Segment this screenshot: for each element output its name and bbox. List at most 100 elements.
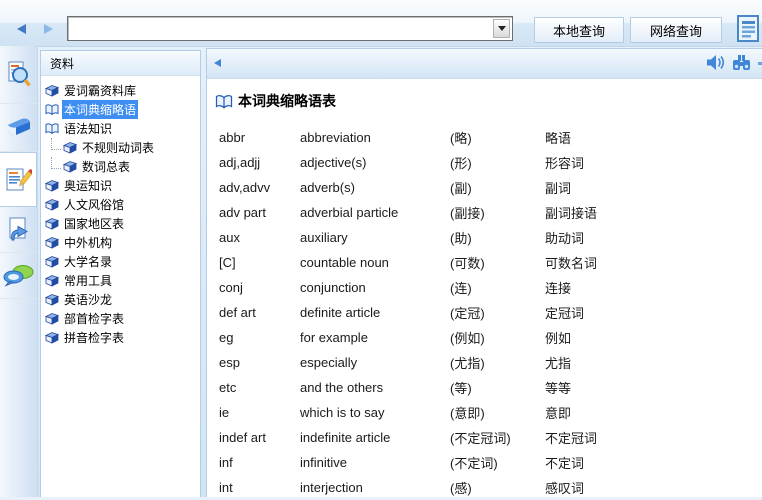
document-list-icon[interactable] xyxy=(736,15,762,43)
table-row: iewhich is to say(意即)意即 xyxy=(219,400,758,425)
table-row: egfor example(例如)例如 xyxy=(219,325,758,350)
tree-item[interactable]: 大学名录 xyxy=(41,252,200,271)
tree-item[interactable]: 人文风俗馆 xyxy=(41,195,200,214)
closed-book-icon xyxy=(45,217,59,230)
table-cell: eg xyxy=(219,330,300,345)
tree-item[interactable]: 数词总表 xyxy=(41,157,200,176)
collapse-arrow-icon[interactable] xyxy=(214,59,221,67)
content-toolbar xyxy=(207,49,762,79)
tree-item-label: 爱词霸资料库 xyxy=(62,81,138,100)
table-row: auxauxiliary(助)助动词 xyxy=(219,225,758,250)
web-search-button[interactable]: 网络查询 xyxy=(630,17,722,43)
closed-book-icon xyxy=(45,179,59,192)
tree-item[interactable]: 奥运知识 xyxy=(41,176,200,195)
closed-book-icon xyxy=(45,84,59,97)
closed-book-icon xyxy=(45,255,59,268)
forward-arrow-icon[interactable] xyxy=(44,24,53,34)
tree-item[interactable]: 本词典缩略语 xyxy=(41,100,200,119)
table-cell: 形容词 xyxy=(545,153,758,172)
chat-bubbles-icon xyxy=(3,264,34,287)
table-cell: 副词 xyxy=(545,178,758,197)
open-book-icon xyxy=(45,122,59,135)
doc-share-icon xyxy=(6,217,31,243)
table-cell: 定冠词 xyxy=(545,303,758,322)
closed-book-icon xyxy=(45,236,59,249)
combo-dropdown-button[interactable] xyxy=(493,19,510,38)
tree-item-label: 英语沙龙 xyxy=(62,290,114,309)
table-cell: 副词接语 xyxy=(545,203,758,222)
rail-item-chat[interactable] xyxy=(0,253,37,299)
closed-book-icon xyxy=(63,141,77,154)
table-row: [C]countable noun(可数)可数名词 xyxy=(219,250,758,275)
table-row: indef artindefinite article(不定冠词)不定冠词 xyxy=(219,425,758,450)
table-cell: (不定词) xyxy=(450,453,545,472)
table-cell: 不定冠词 xyxy=(545,428,758,447)
rail-item-notes[interactable] xyxy=(0,152,37,207)
table-cell: adverb(s) xyxy=(300,180,450,195)
closed-book-icon xyxy=(45,274,59,287)
tree-item[interactable]: 常用工具 xyxy=(41,271,200,290)
open-book-icon xyxy=(45,103,59,116)
table-cell: and the others xyxy=(300,380,450,395)
tree-item[interactable]: 语法知识 xyxy=(41,119,200,138)
table-cell: 感叹词 xyxy=(545,478,758,497)
document-list-glyph xyxy=(736,15,762,43)
tree-item-label: 拼音检字表 xyxy=(62,328,126,347)
table-cell: (感) xyxy=(450,478,545,497)
table-cell: ie xyxy=(219,405,300,420)
rail-item-lookup[interactable] xyxy=(0,46,37,104)
tree-item[interactable]: 国家地区表 xyxy=(41,214,200,233)
tree-branch-line xyxy=(51,157,61,169)
table-row: adj,adjjadjective(s)(形)形容词 xyxy=(219,150,758,175)
table-cell: (略) xyxy=(450,128,545,147)
table-row: adv,advvadverb(s)(副)副词 xyxy=(219,175,758,200)
doc-search-icon xyxy=(6,61,31,88)
table-row: conjconjunction(连)连接 xyxy=(219,275,758,300)
abbreviation-table: abbrabbreviation(略)略语adj,adjjadjective(s… xyxy=(219,125,758,500)
table-cell: (不定冠词) xyxy=(450,428,545,447)
search-combobox[interactable] xyxy=(67,16,513,41)
speaker-icon[interactable] xyxy=(706,54,725,71)
table-cell: (等) xyxy=(450,378,545,397)
rail-item-dictionary[interactable] xyxy=(0,104,37,152)
table-cell: (定冠) xyxy=(450,303,545,322)
tree-item-label: 本词典缩略语 xyxy=(62,100,138,119)
table-cell: 连接 xyxy=(545,278,758,297)
table-cell: 例如 xyxy=(545,328,758,347)
search-input[interactable] xyxy=(70,19,492,38)
table-cell: (例如) xyxy=(450,328,545,347)
sidebar-header: 资料 xyxy=(41,51,200,76)
back-arrow-icon[interactable] xyxy=(17,24,26,34)
table-cell: definite article xyxy=(300,305,450,320)
book-icon xyxy=(5,117,32,138)
local-search-button[interactable]: 本地查询 xyxy=(534,17,624,43)
table-cell: especially xyxy=(300,355,450,370)
binoculars-icon[interactable] xyxy=(732,54,751,71)
tree-item[interactable]: 不规则动词表 xyxy=(41,138,200,157)
table-cell: indef art xyxy=(219,430,300,445)
table-cell: for example xyxy=(300,330,450,345)
tree-item[interactable]: 爱词霸资料库 xyxy=(41,81,200,100)
table-row: infinfinitive(不定词)不定词 xyxy=(219,450,758,475)
tree-item[interactable]: 部首检字表 xyxy=(41,309,200,328)
table-row: intinterjection(感)感叹词 xyxy=(219,475,758,500)
tree-item[interactable]: 中外机构 xyxy=(41,233,200,252)
tree-item-label: 人文风俗馆 xyxy=(62,195,126,214)
table-cell: (尤指) xyxy=(450,353,545,372)
page-title: 本词典缩略语表 xyxy=(215,91,762,111)
rail-item-transfer[interactable] xyxy=(0,207,37,253)
table-cell: 可数名词 xyxy=(545,253,758,272)
table-cell: 略语 xyxy=(545,128,758,147)
table-cell: (助) xyxy=(450,228,545,247)
tree-item-label: 常用工具 xyxy=(62,271,114,290)
table-cell: abbreviation xyxy=(300,130,450,145)
table-cell: (意即) xyxy=(450,403,545,422)
tree-item[interactable]: 拼音检字表 xyxy=(41,328,200,347)
tree-item[interactable]: 英语沙龙 xyxy=(41,290,200,309)
content-panel: 本词典缩略语表 abbrabbreviation(略)略语adj,adjjadj… xyxy=(206,48,762,497)
table-cell: def art xyxy=(219,305,300,320)
table-cell: 等等 xyxy=(545,378,758,397)
table-cell: [C] xyxy=(219,255,300,270)
table-cell: inf xyxy=(219,455,300,470)
table-cell: etc xyxy=(219,380,300,395)
